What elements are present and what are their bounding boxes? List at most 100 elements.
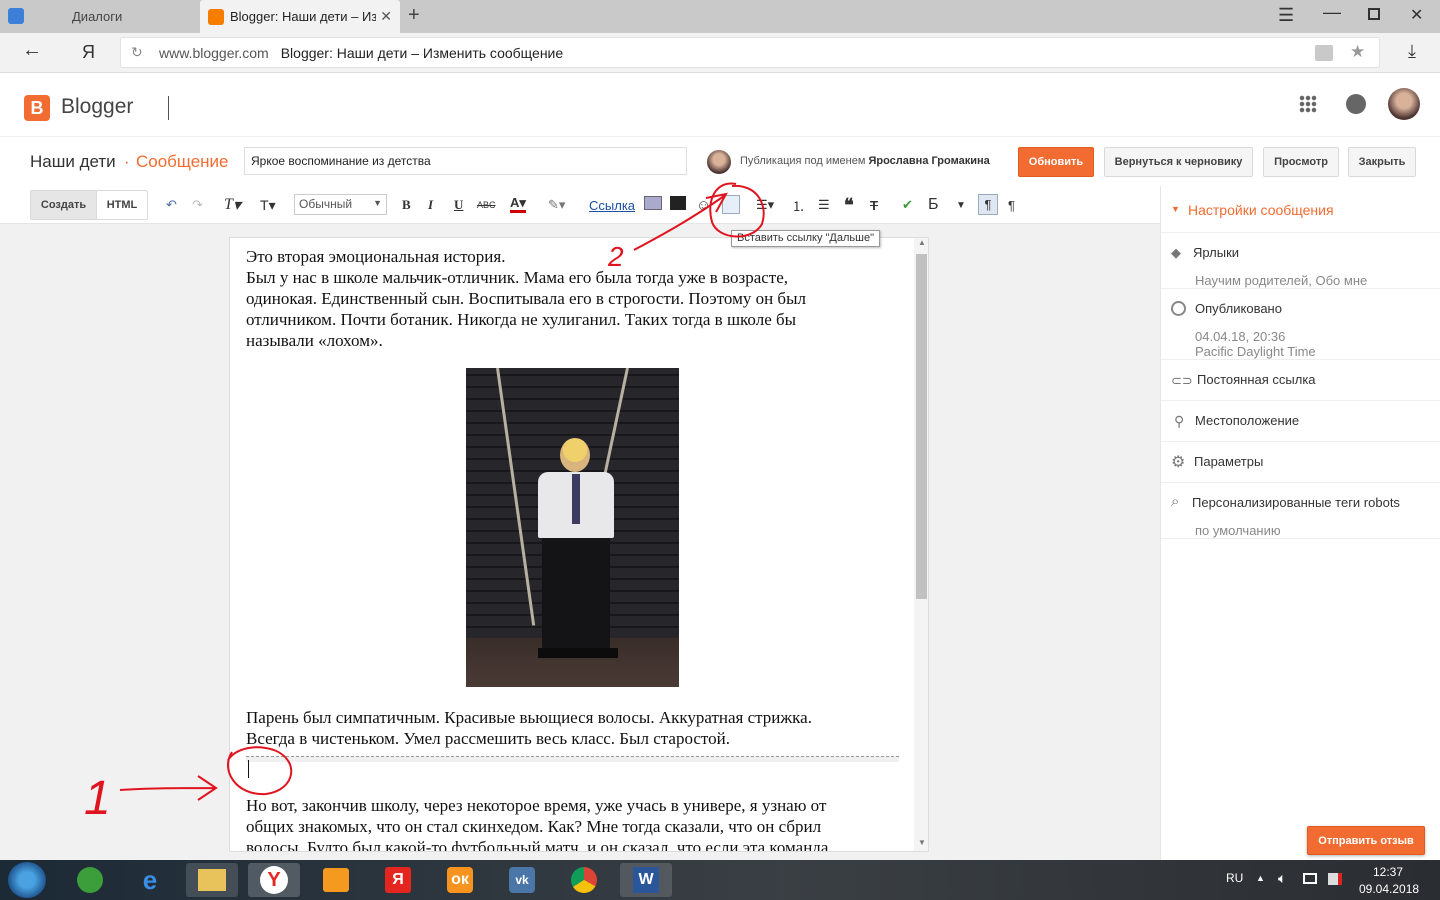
- lock-icon[interactable]: [1315, 45, 1333, 61]
- close-window-icon[interactable]: ✕: [1410, 5, 1423, 25]
- strikethrough-button[interactable]: ABC: [477, 196, 496, 214]
- format-select[interactable]: Обычный ▼: [294, 194, 387, 215]
- downloads-icon[interactable]: ⤓: [1408, 41, 1416, 62]
- scroll-down-icon[interactable]: ▼: [918, 838, 926, 847]
- taskbar-torrent-icon[interactable]: [64, 863, 116, 897]
- preview-button[interactable]: Просмотр: [1263, 147, 1339, 177]
- sidebar-item-permalink[interactable]: ⊂⊃ Постоянная ссылка: [1161, 360, 1440, 401]
- scrollbar-thumb[interactable]: [916, 254, 927, 599]
- revert-to-draft-button[interactable]: Вернуться к черновику: [1104, 147, 1253, 177]
- sidebar-item-label: Опубликовано: [1195, 301, 1282, 316]
- transliteration-icon[interactable]: Б: [928, 196, 939, 214]
- spellcheck-icon[interactable]: ✔: [902, 196, 913, 214]
- paragraph-intro: Это вторая эмоциональная история. Был у …: [246, 246, 906, 351]
- editor-toolbar: Создать HTML ↶ ↷ T ▾ T ▾ Обычный ▼ B I U A…: [0, 186, 1160, 224]
- author-avatar: [707, 150, 731, 174]
- jump-break-tooltip: Вставить ссылку "Дальше": [731, 230, 880, 247]
- clock-time[interactable]: 12:37: [1373, 865, 1403, 879]
- post-body-editor[interactable]: Это вторая эмоциональная история. Был у …: [229, 237, 929, 852]
- underline-button[interactable]: U: [454, 196, 463, 214]
- blogger-logo-icon[interactable]: B: [24, 95, 50, 121]
- sidebar-item-labels[interactable]: ◆ Ярлыки Научим родителей, Обо мне: [1161, 233, 1440, 289]
- emoji-icon[interactable]: ☺: [696, 196, 711, 214]
- ltr-direction-icon[interactable]: ¶: [978, 194, 998, 215]
- blog-name[interactable]: Наши дети: [30, 152, 116, 172]
- post-photo[interactable]: [466, 368, 679, 687]
- taskbar-word-icon[interactable]: W: [620, 863, 672, 897]
- post-title-bar: Наши дети · Сообщение Публикация под име…: [0, 136, 1440, 186]
- bookmark-star-icon[interactable]: ★: [1350, 42, 1365, 62]
- taskbar-chrome-icon[interactable]: [558, 863, 610, 897]
- avatar[interactable]: [1388, 88, 1420, 120]
- language-indicator[interactable]: RU: [1226, 871, 1243, 885]
- clear-formatting-icon[interactable]: T: [870, 196, 878, 214]
- rtl-direction-icon[interactable]: ¶: [1008, 196, 1015, 214]
- taskbar-player-icon[interactable]: [310, 863, 362, 897]
- text-color-icon[interactable]: A▾: [510, 195, 526, 213]
- font-glyph: T: [224, 196, 233, 213]
- html-mode-button[interactable]: HTML: [96, 190, 148, 220]
- insert-jump-break-icon[interactable]: [722, 195, 740, 214]
- taskbar-ie-icon[interactable]: e: [124, 863, 176, 897]
- sidebar-header[interactable]: ▼ Настройки сообщения: [1161, 186, 1440, 233]
- network-icon[interactable]: [1328, 873, 1342, 885]
- author-name: Ярославна Громакина: [868, 155, 990, 167]
- blogger-logo-text[interactable]: Blogger: [61, 95, 133, 119]
- taskbar-explorer-icon[interactable]: [186, 863, 238, 897]
- more-icon[interactable]: ▼: [956, 196, 966, 214]
- tab-dialogs[interactable]: Диалоги: [0, 0, 200, 33]
- highlight-color-icon[interactable]: ✎▾: [548, 196, 565, 214]
- undo-icon[interactable]: ↶: [166, 196, 177, 214]
- close-button[interactable]: Закрыть: [1348, 147, 1416, 177]
- sidebar-item-robots[interactable]: ⌕ Персонализированные теги robots по умо…: [1161, 483, 1440, 539]
- font-size-icon[interactable]: T ▾: [260, 196, 276, 214]
- taskbar-yandex-icon[interactable]: Я: [372, 863, 424, 897]
- font-family-icon[interactable]: T ▾: [224, 196, 241, 214]
- restore-icon[interactable]: [1368, 8, 1380, 20]
- quote-icon[interactable]: ❝: [844, 195, 854, 215]
- sidebar-item-label: Персонализированные теги robots: [1192, 495, 1400, 510]
- bullet-list-icon[interactable]: ☰: [818, 196, 830, 214]
- yandex-button[interactable]: Я: [82, 42, 95, 63]
- url-field[interactable]: ↻ www.blogger.com Blogger: Наши дети – И…: [120, 37, 1380, 68]
- sidebar-item-location[interactable]: ⚲ Местоположение: [1161, 401, 1440, 442]
- new-tab-icon[interactable]: +: [408, 4, 420, 27]
- taskbar-yandex-browser-icon[interactable]: Y: [248, 863, 300, 897]
- close-tab-icon[interactable]: ✕: [380, 8, 392, 25]
- scroll-up-icon[interactable]: ▲: [918, 238, 926, 247]
- feedback-button[interactable]: Отправить отзыв: [1307, 826, 1425, 855]
- update-button[interactable]: Обновить: [1018, 147, 1094, 177]
- address-bar: ← Я ↻ www.blogger.com Blogger: Наши дети…: [0, 33, 1440, 73]
- taskbar-odnoklassniki-icon[interactable]: ок: [434, 863, 486, 897]
- minimize-icon[interactable]: —: [1323, 2, 1341, 23]
- taskbar-vk-icon[interactable]: vk: [496, 863, 548, 897]
- gear-icon: ⚙: [1171, 454, 1186, 471]
- volume-icon[interactable]: 🔈︎: [1278, 870, 1286, 887]
- start-button[interactable]: [8, 862, 46, 898]
- post-title-input[interactable]: [244, 147, 687, 175]
- sidebar-item-options[interactable]: ⚙ Параметры: [1161, 442, 1440, 483]
- url-domain: www.blogger.com: [159, 44, 269, 61]
- insert-image-icon[interactable]: [644, 196, 662, 210]
- publish-as-label: Публикация под именем Ярославна Громакин…: [740, 155, 990, 167]
- tab-blogger[interactable]: Blogger: Наши дети – Из ✕: [200, 0, 400, 33]
- numbered-list-icon[interactable]: ⒈: [792, 196, 805, 214]
- reload-icon[interactable]: ↻: [131, 44, 143, 61]
- editor-scrollbar[interactable]: ▲ ▼: [914, 238, 928, 851]
- redo-icon[interactable]: ↷: [192, 196, 203, 214]
- clock-date[interactable]: 09.04.2018: [1359, 882, 1419, 896]
- back-icon[interactable]: ←: [22, 39, 42, 62]
- sidebar-item-label: Ярлыки: [1193, 245, 1240, 260]
- menu-icon[interactable]: ☰: [1278, 5, 1294, 26]
- insert-video-icon[interactable]: [670, 196, 686, 210]
- bold-button[interactable]: B: [402, 196, 411, 214]
- compose-mode-button[interactable]: Создать: [30, 190, 97, 220]
- show-hidden-icons-icon[interactable]: ▲: [1256, 873, 1265, 883]
- sidebar-item-published[interactable]: Опубликовано 04.04.18, 20:36 Pacific Day…: [1161, 289, 1440, 360]
- link-button[interactable]: Ссылка: [589, 196, 635, 214]
- action-center-icon[interactable]: [1303, 873, 1317, 884]
- apps-grid-icon[interactable]: [1299, 95, 1317, 113]
- notifications-icon[interactable]: [1346, 94, 1366, 114]
- align-icon[interactable]: ☰▾: [756, 196, 774, 214]
- italic-button[interactable]: I: [428, 196, 433, 214]
